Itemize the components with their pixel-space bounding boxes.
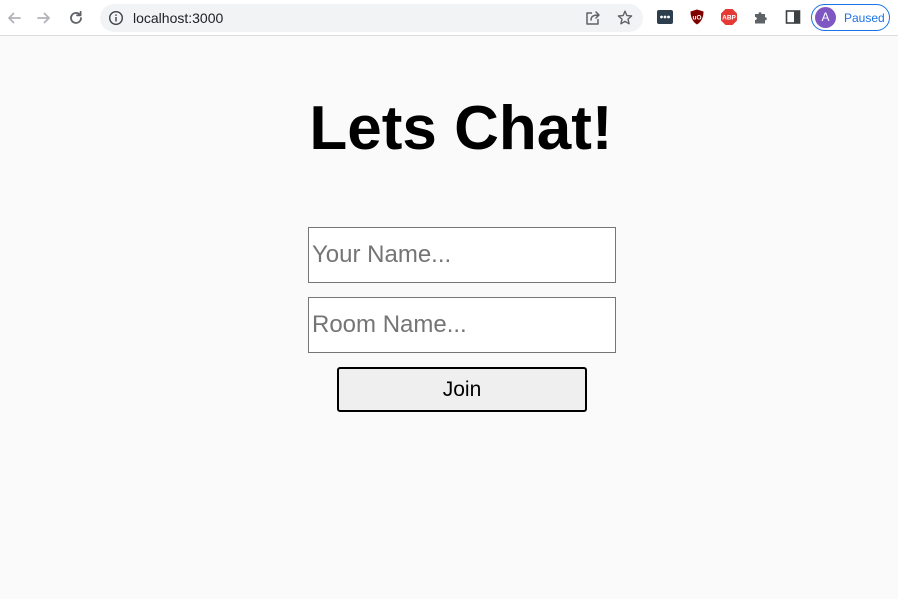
avatar: A <box>815 7 836 28</box>
page-content: Lets Chat! Join <box>0 37 898 599</box>
back-button[interactable] <box>2 6 26 30</box>
address-bar[interactable]: localhost:3000 <box>100 4 643 32</box>
puzzle-icon <box>755 12 767 24</box>
adblock-plus-extension[interactable]: ABP <box>720 8 738 26</box>
browser-toolbar: localhost:3000 uO ABP A Paused <box>0 0 898 36</box>
bookmark-button[interactable] <box>615 8 635 28</box>
svg-text:uO: uO <box>692 15 701 22</box>
password-manager-icon <box>657 10 673 24</box>
password-manager-extension[interactable] <box>656 8 674 26</box>
profile-button[interactable]: A Paused <box>811 4 890 31</box>
back-arrow-icon <box>8 12 21 24</box>
reload-icon <box>70 10 82 24</box>
forward-arrow-icon <box>37 12 50 24</box>
profile-status: Paused <box>844 11 885 25</box>
svg-text:ABP: ABP <box>722 15 736 22</box>
adblock-plus-icon: ABP <box>721 9 737 25</box>
side-panel-icon <box>785 10 801 24</box>
extensions-menu-button[interactable] <box>752 8 770 26</box>
name-input[interactable] <box>308 227 616 283</box>
url-text[interactable]: localhost:3000 <box>133 10 223 26</box>
page-title: Lets Chat! <box>309 94 613 163</box>
side-panel-button[interactable] <box>784 8 802 26</box>
ublock-origin-icon: uO <box>690 9 704 25</box>
share-icon <box>586 11 600 25</box>
info-icon[interactable] <box>108 10 124 26</box>
ublock-origin-extension[interactable]: uO <box>688 8 706 26</box>
star-icon <box>617 10 633 25</box>
reload-button[interactable] <box>64 6 88 30</box>
forward-button[interactable] <box>32 6 56 30</box>
room-input[interactable] <box>308 297 616 353</box>
join-button[interactable]: Join <box>337 367 587 412</box>
share-button[interactable] <box>583 8 603 28</box>
